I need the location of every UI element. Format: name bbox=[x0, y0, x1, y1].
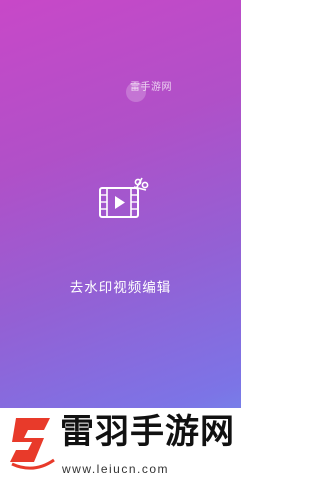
leiyu-logo-icon bbox=[4, 412, 60, 476]
watermark-text: 雷手游网 bbox=[130, 82, 172, 93]
site-name: 雷羽手游网 bbox=[60, 412, 235, 452]
watermark: 雷手游网 bbox=[130, 78, 172, 93]
site-url[interactable]: www.leiucn.com bbox=[62, 462, 169, 476]
video-edit-icon bbox=[98, 176, 150, 220]
app-title: 去水印视频编辑 bbox=[69, 280, 172, 296]
